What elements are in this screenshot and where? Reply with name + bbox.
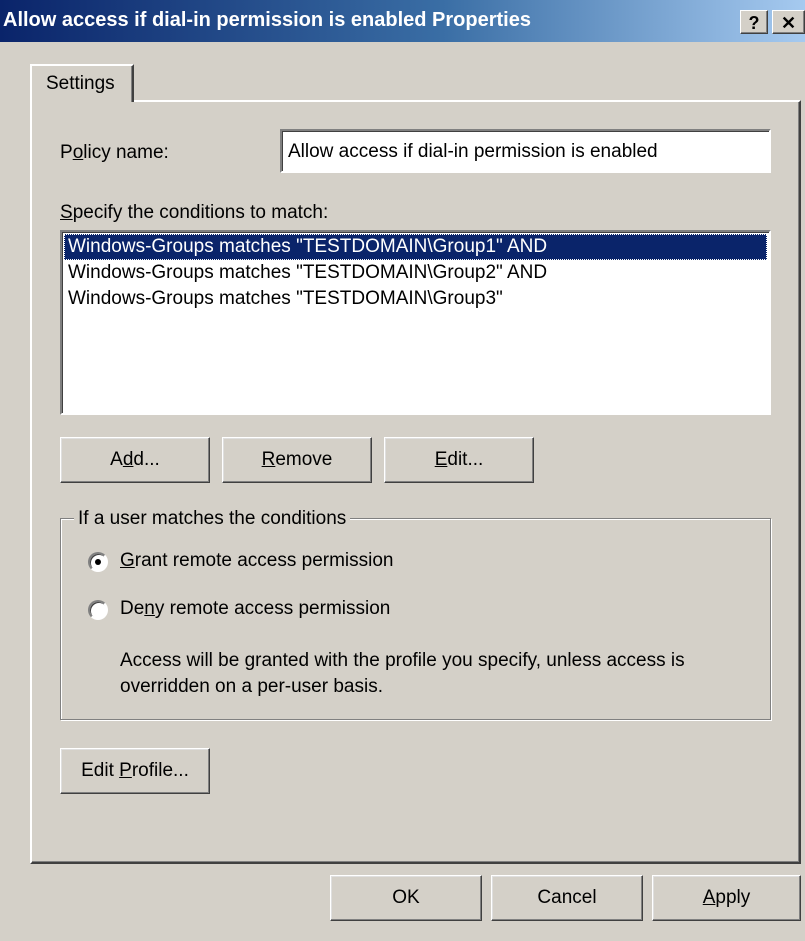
condition-item[interactable]: Windows-Groups matches "TESTDOMAIN\Group… xyxy=(64,260,767,286)
edit-button[interactable]: Edit... xyxy=(384,437,534,483)
cancel-button[interactable]: Cancel xyxy=(491,875,643,921)
window-title: Allow access if dial-in permission is en… xyxy=(3,9,531,31)
radio-selected-dot xyxy=(95,559,101,565)
ok-button[interactable]: OK xyxy=(330,875,482,921)
add-button[interactable]: Add... xyxy=(60,437,210,483)
policy-name-label: Policy name: xyxy=(60,142,169,163)
tab-settings[interactable]: Settings xyxy=(30,64,134,102)
policy-name-input[interactable]: Allow access if dial-in permission is en… xyxy=(280,129,771,173)
condition-item[interactable]: Windows-Groups matches "TESTDOMAIN\Group… xyxy=(64,234,767,260)
title-bar: Allow access if dial-in permission is en… xyxy=(0,0,805,42)
apply-button[interactable]: Apply xyxy=(652,875,801,921)
condition-item[interactable]: Windows-Groups matches "TESTDOMAIN\Group… xyxy=(64,286,767,312)
edit-profile-button[interactable]: Edit Profile... xyxy=(60,748,210,794)
close-button[interactable]: ✕ xyxy=(772,10,805,34)
grant-radio-label[interactable]: Grant remote access permission xyxy=(120,550,394,572)
deny-radio-label[interactable]: Deny remote access permission xyxy=(120,598,390,620)
conditions-label: Specify the conditions to match: xyxy=(60,202,329,223)
conditions-list[interactable]: Windows-Groups matches "TESTDOMAIN\Group… xyxy=(60,230,771,415)
deny-radio[interactable] xyxy=(88,600,108,620)
grant-radio[interactable] xyxy=(88,552,108,572)
remove-button[interactable]: Remove xyxy=(222,437,372,483)
access-note: Access will be granted with the profile … xyxy=(120,650,685,697)
help-button[interactable]: ? xyxy=(740,10,768,34)
tab-settings-label: Settings xyxy=(46,73,115,94)
match-group-legend: If a user matches the conditions xyxy=(74,508,351,530)
